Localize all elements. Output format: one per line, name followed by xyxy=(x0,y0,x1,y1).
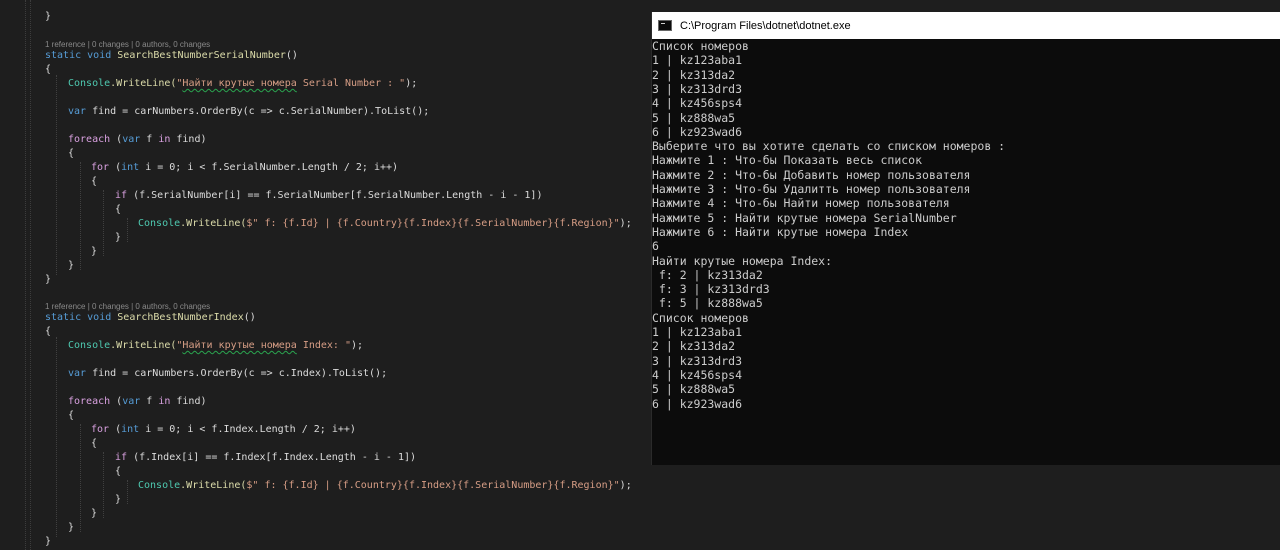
console-app-icon xyxy=(658,20,672,31)
indent-guide xyxy=(56,337,57,537)
indent-guide xyxy=(80,424,81,532)
console-output-line: 3 | kz313drd3 xyxy=(652,353,743,368)
indent-guide xyxy=(56,75,57,275)
method-signature: static void SearchBestNumberIndex() xyxy=(45,312,256,323)
console-output-line: Нажмите 3 : Что-бы Удалитть номер пользо… xyxy=(652,182,971,196)
console-output[interactable]: Список номеров 1 | kz123aba1 2 | kz313da2 3… xyxy=(652,39,1280,465)
console-output-line: 4 | kz456sps4 xyxy=(652,96,743,111)
console-output-line: 6 xyxy=(652,239,659,254)
closing-brace: } xyxy=(68,260,75,271)
console-titlebar[interactable]: C:\Program Files\dotnet\dotnet.exe xyxy=(652,12,1280,39)
code-statement: var find = carNumbers.OrderBy(c => c.Ind… xyxy=(68,368,388,379)
indent-guide xyxy=(127,480,128,504)
closing-brace: } xyxy=(45,11,52,22)
indent-guide xyxy=(80,162,81,270)
method-signature: static void SearchBestNumberSerialNumber… xyxy=(45,50,298,61)
code-statement: if (f.Index[i] == f.Index[f.Index.Length… xyxy=(115,452,417,463)
closing-brace: } xyxy=(115,494,122,505)
console-output-line: Найти крутые номера Index: xyxy=(652,253,833,268)
code-statement: Console.WriteLine($" f: {f.Id} | {f.Coun… xyxy=(138,218,632,229)
closing-brace: } xyxy=(68,522,75,533)
console-output-line: Выберите что вы хотите сделать со списко… xyxy=(652,139,1006,154)
open-brace: { xyxy=(45,326,52,337)
open-brace: { xyxy=(45,64,52,75)
open-brace: { xyxy=(115,204,122,215)
indent-guide xyxy=(127,218,128,242)
console-output-line: Нажмите 1 : Что-бы Показать весь список xyxy=(652,153,923,168)
console-output-line: f: 3 | kz313drd3 xyxy=(652,282,770,297)
console-output-line: Нажмите 6 : Найти крутые номера Index xyxy=(652,224,909,239)
code-statement: Console.WriteLine("Найти крутые номера S… xyxy=(68,78,418,89)
open-brace: { xyxy=(68,148,75,159)
code-statement: foreach (var f in find) xyxy=(68,134,207,145)
gutter-divider xyxy=(30,0,31,550)
codelens-info[interactable]: 1 reference | 0 changes | 0 authors, 0 c… xyxy=(45,40,210,49)
console-output-line: Нажмите 4 : Что-бы Найти номер пользоват… xyxy=(652,196,950,211)
open-brace: { xyxy=(115,466,122,477)
console-output-line: 5 | kz888wa5 xyxy=(652,110,736,125)
console-output-line: 5 | kz888wa5 xyxy=(652,382,736,397)
gutter-divider xyxy=(25,0,26,550)
console-output-line: f: 5 | kz888wa5 xyxy=(652,296,763,311)
closing-brace: } xyxy=(45,536,52,547)
code-statement: Console.WriteLine("Найти крутые номера I… xyxy=(68,340,364,351)
console-window[interactable]: C:\Program Files\dotnet\dotnet.exe Списо… xyxy=(651,12,1280,465)
code-statement: foreach (var f in find) xyxy=(68,396,207,407)
indent-guide xyxy=(103,190,104,256)
code-statement: Console.WriteLine($" f: {f.Id} | {f.Coun… xyxy=(138,480,632,491)
open-brace: { xyxy=(91,176,98,187)
code-statement: var find = carNumbers.OrderBy(c => c.Ser… xyxy=(68,106,430,117)
closing-brace: } xyxy=(91,508,98,519)
console-output-line: 3 | kz313drd3 xyxy=(652,81,743,96)
console-output-line: Нажмите 2 : Что-бы Добавить номер пользо… xyxy=(652,167,971,182)
console-output-line: 6 | kz923wad6 xyxy=(652,124,743,139)
open-brace: { xyxy=(91,438,98,449)
code-statement: if (f.SerialNumber[i] == f.SerialNumber[… xyxy=(115,190,543,201)
codelens-info[interactable]: 1 reference | 0 changes | 0 authors, 0 c… xyxy=(45,302,210,311)
closing-brace: } xyxy=(115,232,122,243)
console-output-line: Список номеров xyxy=(652,310,749,325)
console-output-line: f: 2 | kz313da2 xyxy=(652,267,763,282)
indent-guide xyxy=(103,452,104,518)
console-output-line: 6 | kz923wad6 xyxy=(652,396,743,411)
code-statement: for (int i = 0; i < f.Index.Length / 2; … xyxy=(91,424,356,435)
console-output-line: Список номеров xyxy=(652,39,749,53)
closing-brace: } xyxy=(45,274,52,285)
console-output-line: 1 | kz123aba1 xyxy=(652,53,743,68)
console-output-line: 2 | kz313da2 xyxy=(652,67,736,82)
closing-brace: } xyxy=(91,246,98,257)
console-title: C:\Program Files\dotnet\dotnet.exe xyxy=(680,19,851,32)
code-statement: for (int i = 0; i < f.SerialNumber.Lengt… xyxy=(91,162,399,173)
console-output-line: Нажмите 5 : Найти крутые номера SerialNu… xyxy=(652,210,957,225)
console-output-line: 4 | kz456sps4 xyxy=(652,367,743,382)
open-brace: { xyxy=(68,410,75,421)
console-output-line: 1 | kz123aba1 xyxy=(652,325,743,339)
console-output-line: 2 | kz313da2 xyxy=(652,339,736,354)
